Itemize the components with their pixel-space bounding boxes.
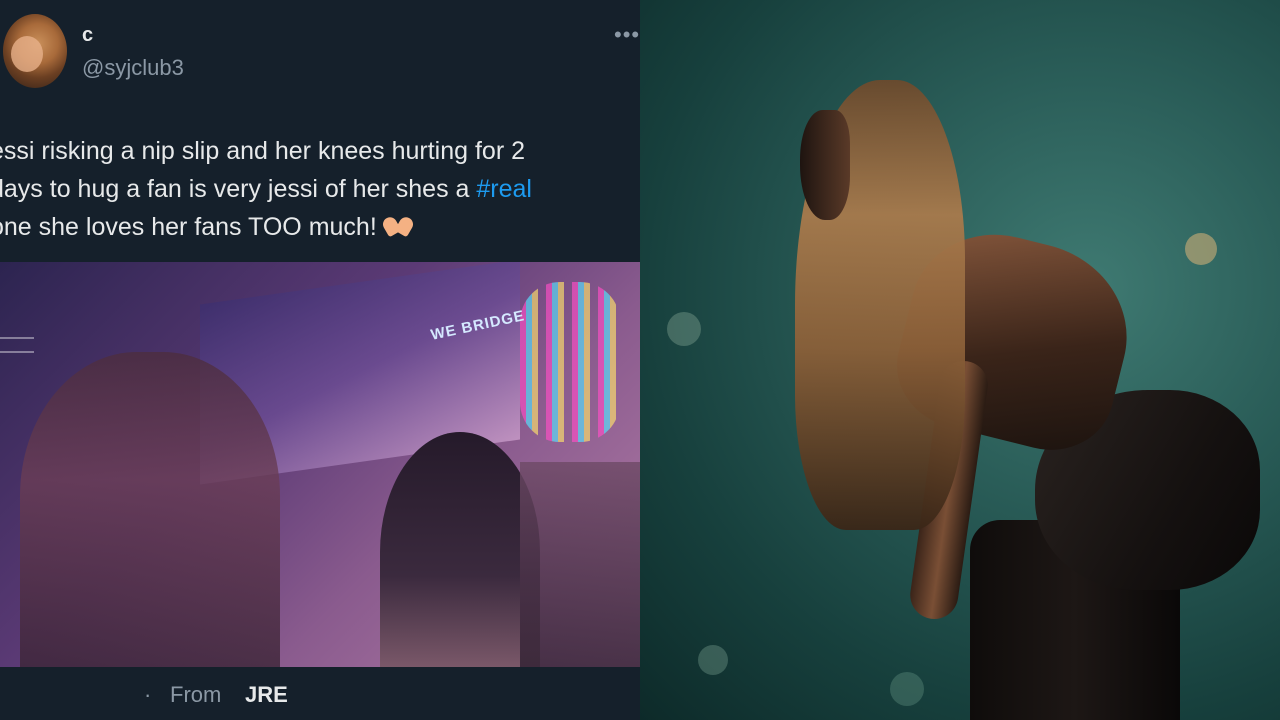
bokeh-light (667, 312, 701, 346)
tweet-footer: · From JRE (0, 672, 640, 720)
bokeh-light (890, 672, 924, 706)
tweet-text-line-2: days to hug a fan is very jessi of her s… (0, 170, 630, 208)
more-icon[interactable]: ••• (614, 22, 640, 48)
source-link[interactable]: JRE (245, 682, 288, 708)
tweet-text: essi risking a nip slip and her knees hu… (0, 132, 630, 246)
concert-photo (640, 0, 1280, 720)
tweet-text-line-2-text: days to hug a fan is very jessi of her s… (0, 175, 470, 203)
tweet-media-video[interactable]: WE BRIDGE (0, 262, 640, 667)
tweet-screenshot-panel: c @syjclub3 ••• essi risking a nip slip … (0, 0, 640, 720)
tweet-text-line-3-text: one she loves her fans TOO much! (0, 213, 377, 241)
display-name[interactable]: c (82, 24, 93, 47)
crowd-figure (380, 432, 540, 667)
tweet-text-line-1: essi risking a nip slip and her knees hu… (0, 137, 526, 165)
tweet-text-line-3: one she loves her fans TOO much! (0, 208, 630, 246)
crowd-figure (20, 352, 280, 667)
menu-lines-icon (0, 337, 34, 353)
neon-sign (520, 282, 620, 442)
hashtag-link[interactable]: #real (476, 175, 532, 203)
bokeh-light (1185, 233, 1217, 265)
heart-hands-icon (383, 215, 413, 237)
bokeh-light (698, 645, 728, 675)
from-label: From (170, 682, 222, 707)
avatar[interactable] (3, 14, 67, 88)
performer-face (800, 110, 850, 220)
crowd-figure (520, 462, 640, 667)
separator-dot: · (144, 682, 152, 707)
user-handle[interactable]: @syjclub3 (82, 55, 184, 81)
